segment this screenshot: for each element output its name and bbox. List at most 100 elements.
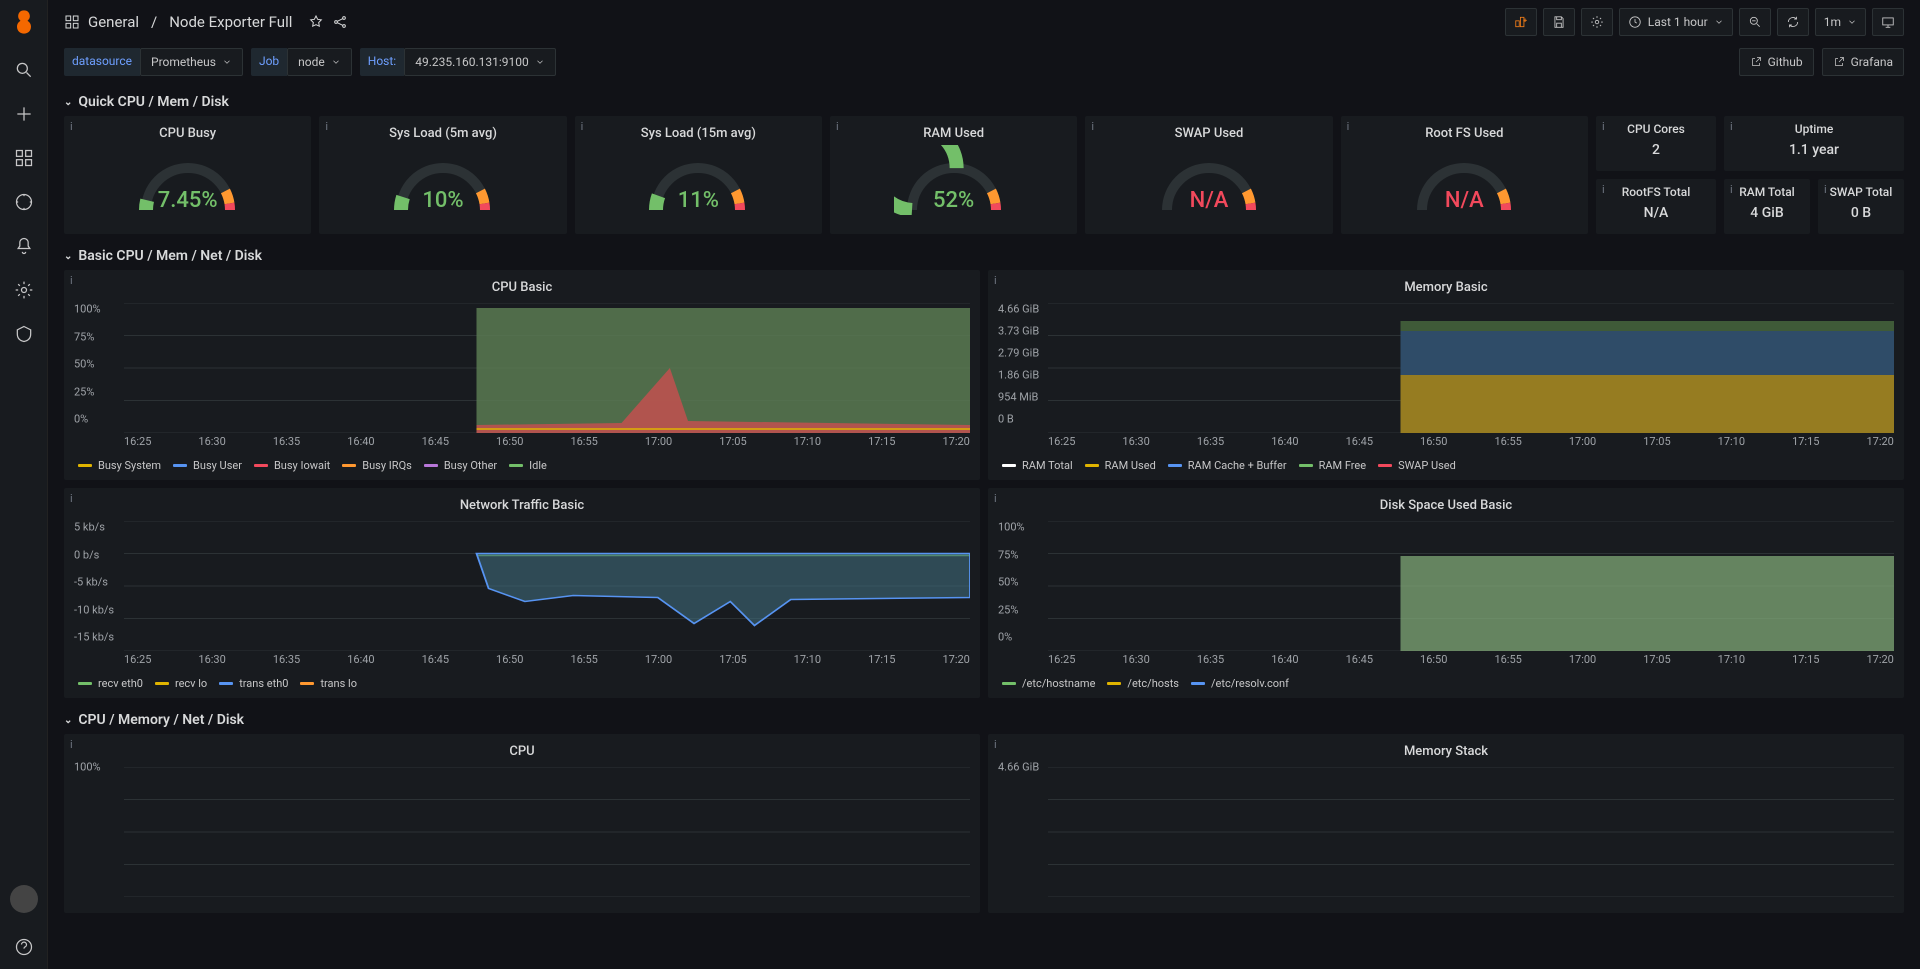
info-icon[interactable]: i [70, 120, 73, 133]
panel-swap-used[interactable]: iSWAP UsedN/A [1085, 116, 1332, 234]
zoom-out-button[interactable] [1739, 8, 1771, 36]
panel-sys-load-15m[interactable]: iSys Load (15m avg)11% [575, 116, 822, 234]
info-icon[interactable]: i [581, 120, 584, 133]
panel-cpu-busy[interactable]: iCPU Busy7.45% [64, 116, 311, 234]
dashboards-icon[interactable] [14, 148, 34, 168]
chart-plot [124, 303, 970, 433]
info-icon[interactable]: i [1824, 183, 1827, 196]
panel-title: Root FS Used [1341, 116, 1588, 145]
share-icon[interactable] [332, 14, 348, 30]
link-grafana[interactable]: Grafana [1822, 48, 1904, 76]
info-icon[interactable]: i [1602, 183, 1605, 196]
legend-item[interactable]: Busy Other [424, 459, 497, 472]
panel-network-basic[interactable]: i Network Traffic Basic 5 kb/s0 b/s-5 kb… [64, 488, 980, 698]
settings-button[interactable] [1581, 8, 1613, 36]
legend-item[interactable]: trans eth0 [219, 677, 288, 690]
var-job-select[interactable]: node [287, 48, 352, 76]
explore-icon[interactable] [14, 192, 34, 212]
info-icon[interactable]: i [1602, 120, 1605, 133]
info-icon[interactable]: i [994, 274, 997, 287]
legend-item[interactable]: RAM Cache + Buffer [1168, 459, 1287, 472]
info-icon[interactable]: i [994, 492, 997, 505]
info-icon[interactable]: i [1730, 120, 1733, 133]
info-icon[interactable]: i [1347, 120, 1350, 133]
chevron-down-icon [535, 57, 545, 67]
breadcrumb-folder[interactable]: General [88, 13, 139, 31]
panel-cpu-cores[interactable]: iCPU Cores2 [1596, 116, 1716, 171]
panel-rootfs-total[interactable]: iRootFS TotalN/A [1596, 179, 1716, 234]
info-icon[interactable]: i [1730, 183, 1733, 196]
chart-plot [1048, 767, 1894, 897]
info-icon[interactable]: i [836, 120, 839, 133]
plus-icon[interactable] [14, 104, 34, 124]
legend-item[interactable]: /etc/hostname [1002, 677, 1095, 690]
var-datasource-select[interactable]: Prometheus [140, 48, 243, 76]
stat-value: 4 GiB [1724, 199, 1810, 227]
panel-ram-total[interactable]: iRAM Total4 GiB [1724, 179, 1810, 234]
panel-memory-stack[interactable]: i Memory Stack 4.66 GiB [988, 734, 1904, 913]
var-host-select[interactable]: 49.235.160.131:9100 [404, 48, 556, 76]
row-header-basic[interactable]: ⌄Basic CPU / Mem / Net / Disk [48, 242, 1920, 270]
save-button[interactable] [1543, 8, 1575, 36]
legend-item[interactable]: RAM Free [1299, 459, 1367, 472]
grafana-logo[interactable] [10, 8, 38, 36]
legend-item[interactable]: RAM Used [1085, 459, 1156, 472]
chart-legend: RAM Total RAM Used RAM Cache + Buffer RAM F… [988, 455, 1904, 480]
panel-title: CPU Busy [64, 116, 311, 145]
time-picker-label: Last 1 hour [1648, 15, 1708, 29]
chart-plot [124, 521, 970, 651]
legend-item[interactable]: trans lo [300, 677, 357, 690]
panel-title: CPU Cores [1596, 116, 1716, 136]
server-admin-icon[interactable] [14, 324, 34, 344]
breadcrumb-dashboard[interactable]: Node Exporter Full [169, 13, 292, 31]
legend-item[interactable]: Busy User [173, 459, 242, 472]
panels-row-basic-2: i Network Traffic Basic 5 kb/s0 b/s-5 kb… [48, 488, 1920, 706]
cycle-view-button[interactable] [1872, 8, 1904, 36]
legend-item[interactable]: recv lo [155, 677, 207, 690]
external-link-icon [1750, 56, 1762, 68]
info-icon[interactable]: i [1091, 120, 1094, 133]
legend-item[interactable]: Busy IRQs [342, 459, 412, 472]
info-icon[interactable]: i [70, 492, 73, 505]
info-icon[interactable]: i [325, 120, 328, 133]
add-panel-button[interactable] [1505, 8, 1537, 36]
gauge-value: N/A [1190, 188, 1229, 213]
legend-item[interactable]: SWAP Used [1378, 459, 1456, 472]
panel-ram-used[interactable]: iRAM Used52% [830, 116, 1077, 234]
legend-item[interactable]: Busy Iowait [254, 459, 330, 472]
chevron-down-icon: ⌄ [64, 97, 72, 108]
avatar[interactable] [10, 885, 38, 913]
info-icon[interactable]: i [994, 738, 997, 751]
alerting-icon[interactable] [14, 236, 34, 256]
var-job-label: Job [251, 48, 287, 76]
panel-disk-basic[interactable]: i Disk Space Used Basic 100%75%50%25%0% … [988, 488, 1904, 698]
info-icon[interactable]: i [70, 274, 73, 287]
panel-title: Sys Load (5m avg) [319, 116, 566, 145]
link-github[interactable]: Github [1739, 48, 1814, 76]
refresh-interval-picker[interactable]: 1m [1815, 8, 1866, 36]
legend-item[interactable]: /etc/hosts [1107, 677, 1179, 690]
panel-swap-total[interactable]: iSWAP Total0 B [1818, 179, 1904, 234]
legend-item[interactable]: recv eth0 [78, 677, 143, 690]
panel-rootfs-used[interactable]: iRoot FS UsedN/A [1341, 116, 1588, 234]
help-icon[interactable] [14, 937, 34, 957]
panel-memory-basic[interactable]: i Memory Basic 4.66 GiB3.73 GiB2.79 GiB1… [988, 270, 1904, 480]
panel-cpu-detail[interactable]: i CPU 100% [64, 734, 980, 913]
configuration-icon[interactable] [14, 280, 34, 300]
chart-plot [1048, 303, 1894, 433]
info-icon[interactable]: i [70, 738, 73, 751]
legend-item[interactable]: /etc/resolv.conf [1191, 677, 1289, 690]
search-icon[interactable] [14, 60, 34, 80]
panel-sys-load-5m[interactable]: iSys Load (5m avg)10% [319, 116, 566, 234]
time-picker[interactable]: Last 1 hour [1619, 8, 1733, 36]
legend-item[interactable]: Idle [509, 459, 547, 472]
row-header-detail[interactable]: ⌄CPU / Memory / Net / Disk [48, 706, 1920, 734]
panel-cpu-basic[interactable]: i CPU Basic 100%75%50%25%0% 16:2516:3016… [64, 270, 980, 480]
legend-item[interactable]: RAM Total [1002, 459, 1073, 472]
row-header-quick[interactable]: ⌄Quick CPU / Mem / Disk [48, 88, 1920, 116]
panel-uptime[interactable]: iUptime1.1 year [1724, 116, 1904, 171]
refresh-button[interactable] [1777, 8, 1809, 36]
star-icon[interactable] [308, 14, 324, 30]
chart-body: 100% [64, 763, 980, 901]
legend-item[interactable]: Busy System [78, 459, 161, 472]
